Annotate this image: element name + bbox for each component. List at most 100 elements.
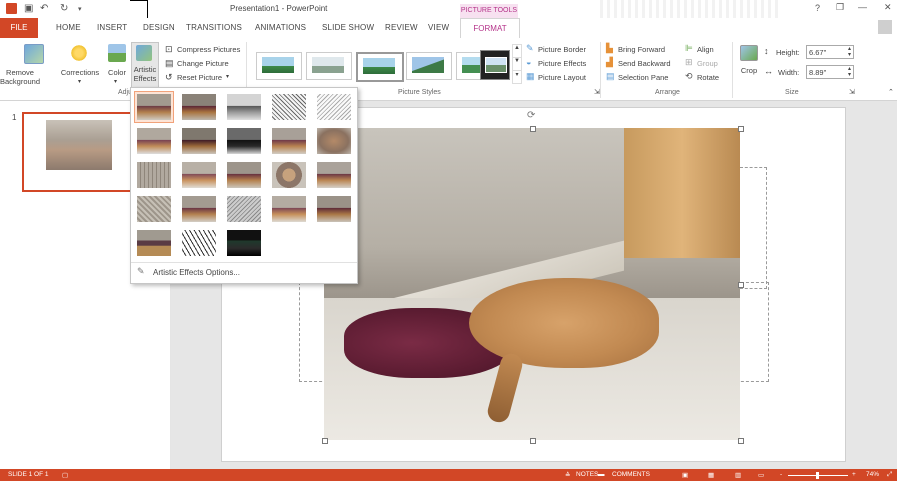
styles-scroll-down-icon[interactable]: ▼: [512, 57, 522, 71]
effect-line-drawing[interactable]: [314, 91, 354, 123]
rotate-handle-icon[interactable]: ⟳: [527, 110, 535, 121]
effect-pastels-smooth[interactable]: [269, 193, 309, 225]
effect-none[interactable]: [134, 91, 174, 123]
rotate-button[interactable]: Rotate: [697, 73, 719, 82]
cat-photo[interactable]: [324, 128, 740, 440]
change-picture-button[interactable]: Change Picture: [177, 59, 229, 68]
picture-style-2[interactable]: [306, 52, 352, 80]
tab-design[interactable]: DESIGN: [143, 23, 175, 32]
redo-icon[interactable]: ↻: [60, 3, 68, 14]
effect-plastic-wrap[interactable]: [314, 193, 354, 225]
styles-scroll-up-icon[interactable]: ▲: [512, 44, 522, 58]
compress-pictures-button[interactable]: Compress Pictures: [177, 45, 240, 54]
color-button[interactable]: Color: [104, 68, 130, 77]
reset-picture-chevron-icon[interactable]: ▾: [226, 73, 229, 80]
subtitle-placeholder[interactable]: [740, 167, 767, 289]
tab-home[interactable]: HOME: [56, 23, 81, 32]
zoom-out-button[interactable]: -: [780, 471, 782, 478]
slide-sorter-icon[interactable]: ▦: [708, 471, 714, 479]
styles-more-icon[interactable]: ▾: [512, 70, 522, 84]
reading-view-icon[interactable]: ▥: [735, 471, 741, 479]
height-input[interactable]: 6.67" ▴ ▾: [806, 45, 854, 59]
picture-style-3[interactable]: [356, 52, 404, 82]
effect-cement[interactable]: [134, 193, 174, 225]
effect-watercolor-sponge[interactable]: [179, 159, 219, 191]
picture-styles-launcher-icon[interactable]: ⇲: [594, 88, 600, 96]
normal-view-icon[interactable]: ▣: [682, 471, 688, 479]
height-spinner-icon[interactable]: ▴ ▾: [848, 46, 851, 58]
spellcheck-icon[interactable]: ▢: [62, 471, 68, 479]
corrections-button[interactable]: Corrections: [58, 68, 102, 77]
size-launcher-icon[interactable]: ⇲: [849, 88, 855, 96]
picture-style-4[interactable]: [406, 52, 452, 80]
close-icon[interactable]: ✕: [884, 2, 892, 13]
effect-marker[interactable]: [179, 91, 219, 123]
tab-animations[interactable]: ANIMATIONS: [255, 23, 306, 32]
resize-handle-se[interactable]: [738, 438, 744, 444]
selection-pane-button[interactable]: Selection Pane: [618, 73, 668, 82]
effect-glass[interactable]: [314, 159, 354, 191]
resize-handle-sw[interactable]: [322, 438, 328, 444]
help-icon[interactable]: ?: [815, 3, 820, 13]
reset-picture-button[interactable]: Reset Picture: [177, 73, 222, 82]
picture-style-7[interactable]: [480, 50, 510, 80]
effect-pencil-grayscale[interactable]: [224, 91, 264, 123]
effect-paint-strokes[interactable]: [179, 125, 219, 157]
tab-file[interactable]: FILE: [0, 18, 38, 38]
notes-button[interactable]: NOTES: [576, 471, 598, 478]
zoom-in-button[interactable]: +: [852, 471, 856, 478]
effect-light-screen[interactable]: [134, 159, 174, 191]
bring-forward-button[interactable]: Bring Forward: [618, 45, 665, 54]
remove-background-button[interactable]: Remove Background: [0, 68, 40, 86]
qat-customize-icon[interactable]: ▾: [78, 5, 82, 13]
artistic-effects-button[interactable]: Artistic Effects: [131, 42, 159, 92]
zoom-slider-thumb[interactable]: [816, 472, 819, 479]
collapse-ribbon-icon[interactable]: ⌃: [888, 88, 894, 96]
effect-film-grain[interactable]: [224, 159, 264, 191]
picture-layout-button[interactable]: Picture Layout: [538, 73, 586, 82]
tab-slide-show[interactable]: SLIDE SHOW: [322, 23, 374, 32]
user-avatar[interactable]: [878, 20, 892, 34]
comments-button[interactable]: COMMENTS: [612, 471, 650, 478]
zoom-slider[interactable]: [788, 472, 848, 479]
tab-review[interactable]: REVIEW: [385, 23, 418, 32]
picture-effects-button[interactable]: Picture Effects: [538, 59, 586, 68]
effect-glow-diffused[interactable]: [269, 125, 309, 157]
effect-glow-edges[interactable]: [224, 227, 264, 259]
notes-icon[interactable]: ≙: [565, 471, 570, 479]
resize-handle-s[interactable]: [530, 438, 536, 444]
effect-cutout[interactable]: [134, 227, 174, 259]
zoom-level[interactable]: 74%: [866, 471, 879, 478]
group-button[interactable]: Group: [697, 59, 718, 68]
comments-icon[interactable]: ▬: [598, 471, 605, 478]
artistic-effects-options-item[interactable]: Artistic Effects Options...: [153, 268, 240, 277]
picture-border-button[interactable]: Picture Border: [538, 45, 586, 54]
width-spinner-icon[interactable]: ▴ ▾: [848, 66, 851, 78]
effect-blur[interactable]: [314, 125, 354, 157]
align-button[interactable]: Align: [697, 45, 714, 54]
ribbon-display-icon[interactable]: ❐: [836, 2, 844, 13]
resize-handle-ne[interactable]: [738, 126, 744, 132]
resize-handle-n[interactable]: [530, 126, 536, 132]
effect-texturizer[interactable]: [179, 193, 219, 225]
tab-insert[interactable]: INSERT: [97, 23, 127, 32]
tab-format[interactable]: FORMAT: [460, 18, 520, 39]
tab-transitions[interactable]: TRANSITIONS: [186, 23, 242, 32]
effect-mosaic-bubbles[interactable]: [269, 159, 309, 191]
tab-view[interactable]: VIEW: [428, 23, 449, 32]
save-icon[interactable]: ▣: [24, 3, 33, 14]
effect-chalk-sketch[interactable]: [134, 125, 174, 157]
crop-button[interactable]: Crop: [738, 66, 760, 75]
send-backward-button[interactable]: Send Backward: [618, 59, 671, 68]
effect-paint-brush[interactable]: [224, 125, 264, 157]
minimize-icon[interactable]: —: [858, 2, 867, 12]
effect-pencil-sketch[interactable]: [269, 91, 309, 123]
slide-thumbnail[interactable]: [22, 112, 136, 192]
width-input[interactable]: 8.89" ▴ ▾: [806, 65, 854, 79]
slideshow-view-icon[interactable]: ▭: [758, 471, 764, 479]
undo-icon[interactable]: ↶: [40, 3, 48, 14]
effect-photocopy[interactable]: [179, 227, 219, 259]
resize-handle-e[interactable]: [738, 282, 744, 288]
picture-style-1[interactable]: [256, 52, 302, 80]
effect-crisscross-etching[interactable]: [224, 193, 264, 225]
